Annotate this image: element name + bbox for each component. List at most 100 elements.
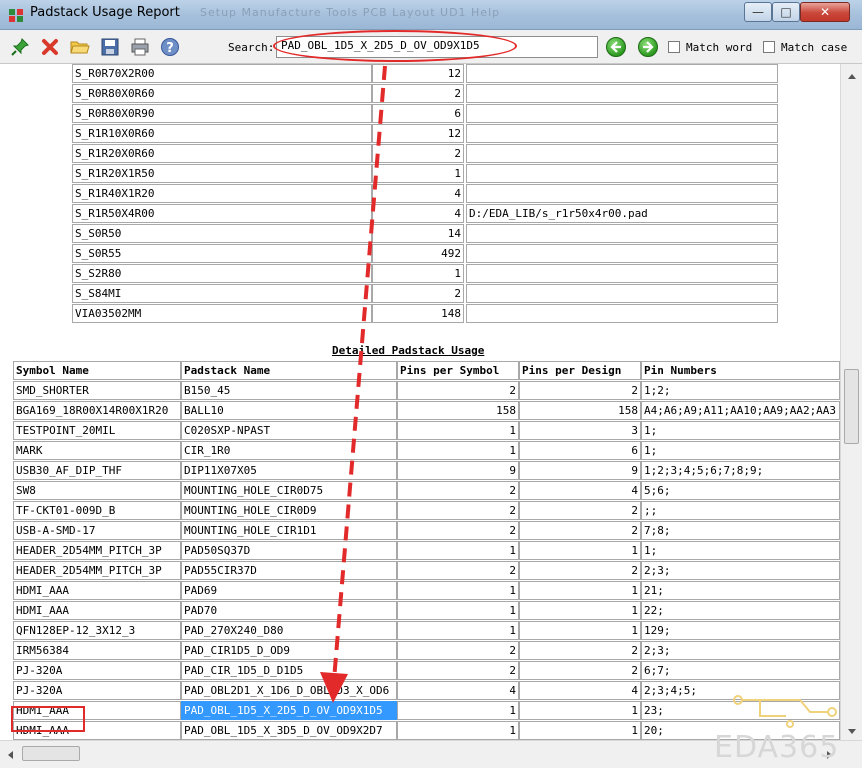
padstack-name-cell[interactable]: PAD69 [181, 581, 397, 600]
vertical-scroll-thumb[interactable] [844, 369, 859, 444]
pins-per-symbol-cell[interactable]: 2 [397, 521, 519, 540]
symbol-name-cell[interactable]: TF-CKT01-009D_B [13, 501, 181, 520]
pins-per-design-cell[interactable]: 1 [519, 721, 641, 740]
pins-per-symbol-cell[interactable]: 1 [397, 721, 519, 740]
padstack-name-cell[interactable]: C020SXP-NPAST [181, 421, 397, 440]
padstack-name-cell[interactable]: PAD_OBL_1D5_X_2D5_D_OV_OD9X1D5 [181, 701, 397, 720]
pins-per-symbol-cell[interactable]: 1 [397, 701, 519, 720]
pins-per-symbol-cell[interactable]: 2 [397, 661, 519, 680]
symbol-name-cell[interactable]: PJ-320A [13, 681, 181, 700]
pins-per-design-cell[interactable]: 1 [519, 621, 641, 640]
pin-numbers-cell[interactable]: 1; [641, 421, 840, 440]
padstack-name-cell[interactable]: PAD_CIR_1D5_D_D1D5 [181, 661, 397, 680]
column-header-padstack-name[interactable]: Padstack Name [181, 361, 397, 380]
pins-per-design-cell[interactable]: 2 [519, 381, 641, 400]
padstack-name-cell[interactable]: PAD70 [181, 601, 397, 620]
column-header-pins-per-design[interactable]: Pins per Design [519, 361, 641, 380]
padstack-name-cell[interactable]: PAD_270X240_D80 [181, 621, 397, 640]
minimize-button[interactable]: — [744, 2, 772, 22]
pins-per-symbol-cell[interactable]: 2 [397, 561, 519, 580]
pins-per-design-cell[interactable]: 2 [519, 501, 641, 520]
pins-per-design-cell[interactable]: 4 [519, 681, 641, 700]
symbol-name-cell[interactable]: TESTPOINT_20MIL [13, 421, 181, 440]
pins-per-symbol-cell[interactable]: 2 [397, 501, 519, 520]
padstack-name-cell[interactable]: DIP11X07X05 [181, 461, 397, 480]
pin-numbers-cell[interactable]: 2;3;4;5; [641, 681, 840, 700]
padstack-name-cell[interactable]: B150_45 [181, 381, 397, 400]
symbol-name-cell[interactable]: HEADER_2D54MM_PITCH_3P [13, 561, 181, 580]
padstack-name-cell[interactable]: CIR_1R0 [181, 441, 397, 460]
find-previous-button[interactable] [606, 37, 626, 57]
pins-per-symbol-cell[interactable]: 2 [397, 481, 519, 500]
save-icon[interactable] [100, 37, 120, 57]
symbol-name-cell[interactable]: SW8 [13, 481, 181, 500]
pins-per-design-cell[interactable]: 1 [519, 601, 641, 620]
pin-numbers-cell[interactable]: A4;A6;A9;A11;AA10;AA9;AA2;AA3 [641, 401, 840, 420]
pin-numbers-cell[interactable]: 6;7; [641, 661, 840, 680]
vertical-scrollbar[interactable] [840, 64, 862, 740]
pins-per-design-cell[interactable]: 1 [519, 581, 641, 600]
pins-per-design-cell[interactable]: 1 [519, 701, 641, 720]
symbol-name-cell[interactable]: SMD_SHORTER [13, 381, 181, 400]
pins-per-symbol-cell[interactable]: 1 [397, 421, 519, 440]
pin-numbers-cell[interactable]: 21; [641, 581, 840, 600]
padstack-name-cell[interactable]: PAD_CIR1D5_D_OD9 [181, 641, 397, 660]
maximize-button[interactable]: □ [772, 2, 800, 22]
pins-per-design-cell[interactable]: 158 [519, 401, 641, 420]
pin-numbers-cell[interactable]: 2;3; [641, 641, 840, 660]
help-icon[interactable]: ? [160, 37, 180, 57]
pin-numbers-cell[interactable]: 1;2; [641, 381, 840, 400]
padstack-name-cell[interactable]: PAD_OBL2D1_X_1D6_D_OBL1D3_X_OD6 [181, 681, 397, 700]
pin-numbers-cell[interactable]: 1; [641, 441, 840, 460]
symbol-name-cell[interactable]: QFN128EP-12_3X12_3 [13, 621, 181, 640]
pins-per-symbol-cell[interactable]: 1 [397, 441, 519, 460]
pins-per-symbol-cell[interactable]: 2 [397, 641, 519, 660]
match-case-checkbox[interactable] [763, 41, 775, 53]
pin-numbers-cell[interactable]: 7;8; [641, 521, 840, 540]
pin-numbers-cell[interactable]: 129; [641, 621, 840, 640]
pin-icon[interactable] [10, 37, 30, 57]
print-icon[interactable] [130, 37, 150, 57]
pins-per-design-cell[interactable]: 2 [519, 561, 641, 580]
pins-per-symbol-cell[interactable]: 158 [397, 401, 519, 420]
symbol-name-cell[interactable]: MARK [13, 441, 181, 460]
close-button[interactable]: ✕ [800, 2, 850, 22]
column-header-pins-per-symbol[interactable]: Pins per Symbol [397, 361, 519, 380]
pins-per-design-cell[interactable]: 1 [519, 541, 641, 560]
match-word-checkbox[interactable] [668, 41, 680, 53]
padstack-name-cell[interactable]: PAD50SQ37D [181, 541, 397, 560]
pins-per-symbol-cell[interactable]: 1 [397, 621, 519, 640]
pins-per-design-cell[interactable]: 2 [519, 641, 641, 660]
symbol-name-cell[interactable]: BGA169_18R00X14R00X1R20 [13, 401, 181, 420]
pins-per-symbol-cell[interactable]: 9 [397, 461, 519, 480]
symbol-name-cell[interactable]: HDMI_AAA [13, 581, 181, 600]
scroll-down-icon[interactable] [847, 728, 857, 736]
pins-per-design-cell[interactable]: 3 [519, 421, 641, 440]
delete-icon[interactable] [40, 37, 60, 57]
padstack-name-cell[interactable]: MOUNTING_HOLE_CIR1D1 [181, 521, 397, 540]
pins-per-symbol-cell[interactable]: 4 [397, 681, 519, 700]
pins-per-design-cell[interactable]: 2 [519, 521, 641, 540]
pins-per-symbol-cell[interactable]: 1 [397, 601, 519, 620]
pins-per-design-cell[interactable]: 9 [519, 461, 641, 480]
pins-per-design-cell[interactable]: 2 [519, 661, 641, 680]
symbol-name-cell[interactable]: PJ-320A [13, 661, 181, 680]
pin-numbers-cell[interactable]: 2;3; [641, 561, 840, 580]
padstack-name-cell[interactable]: MOUNTING_HOLE_CIR0D75 [181, 481, 397, 500]
pin-numbers-cell[interactable]: 23; [641, 701, 840, 720]
horizontal-scroll-thumb[interactable] [22, 746, 80, 761]
symbol-name-cell[interactable]: HEADER_2D54MM_PITCH_3P [13, 541, 181, 560]
pins-per-design-cell[interactable]: 6 [519, 441, 641, 460]
padstack-name-cell[interactable]: MOUNTING_HOLE_CIR0D9 [181, 501, 397, 520]
scroll-left-icon[interactable] [6, 750, 14, 760]
symbol-name-cell[interactable]: USB30_AF_DIP_THF [13, 461, 181, 480]
symbol-name-cell[interactable]: USB-A-SMD-17 [13, 521, 181, 540]
pins-per-symbol-cell[interactable]: 2 [397, 381, 519, 400]
pins-per-symbol-cell[interactable]: 1 [397, 541, 519, 560]
pin-numbers-cell[interactable]: ;; [641, 501, 840, 520]
pins-per-design-cell[interactable]: 4 [519, 481, 641, 500]
pin-numbers-cell[interactable]: 1;2;3;4;5;6;7;8;9; [641, 461, 840, 480]
symbol-name-cell[interactable]: IRM56384 [13, 641, 181, 660]
pin-numbers-cell[interactable]: 5;6; [641, 481, 840, 500]
find-next-button[interactable] [638, 37, 658, 57]
